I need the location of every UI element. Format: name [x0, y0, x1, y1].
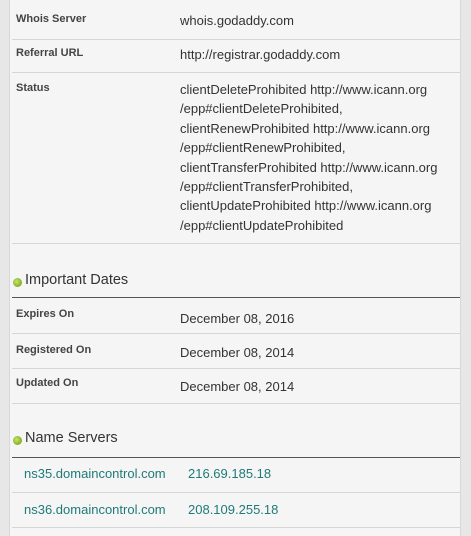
bullet-dot-icon [13, 278, 22, 287]
status-line: clientUpdateProhibited http://www.icann.… [180, 198, 432, 214]
important-dates-heading: Important Dates [12, 272, 460, 292]
name-server-row: ns35.domaincontrol.com 216.69.185.18 [12, 458, 460, 493]
name-server-ip-link[interactable]: 216.69.185.18 [188, 466, 271, 481]
name-server-host-link[interactable]: ns36.domaincontrol.com [24, 502, 166, 517]
status-line: clientTransferProhibited http://www.ican… [180, 159, 438, 175]
updated-on-value: December 08, 2014 [180, 379, 295, 394]
status-line: /epp#clientTransferProhibited, [180, 179, 353, 195]
status-line: /epp#clientUpdateProhibited [180, 217, 344, 233]
referral-url-value: http://registrar.godaddy.com [180, 47, 341, 62]
status-label: Status [16, 82, 50, 94]
referral-url-row: Referral URL http://registrar.godaddy.co… [12, 40, 460, 73]
referral-url-label: Referral URL [16, 47, 84, 59]
status-line: /epp#clientDeleteProhibited, [180, 101, 343, 117]
whois-server-label: Whois Server [16, 13, 87, 25]
status-line: /epp#clientRenewProhibited, [180, 140, 346, 156]
registered-on-value: December 08, 2014 [180, 345, 295, 360]
updated-on-label: Updated On [16, 377, 79, 389]
status-row: Status clientDeleteProhibited http://www… [12, 73, 460, 244]
status-line: clientRenewProhibited http://www.icann.o… [180, 120, 431, 136]
important-dates-title: Important Dates [25, 272, 129, 288]
name-server-ip-link[interactable]: 208.109.255.18 [188, 502, 278, 517]
expires-on-value: December 08, 2016 [180, 311, 295, 326]
expires-on-label: Expires On [16, 308, 75, 320]
name-servers-title: Name Servers [25, 430, 118, 446]
name-server-row: ns36.domaincontrol.com 208.109.255.18 [12, 493, 460, 528]
status-line: clientDeleteProhibited http://www.icann.… [180, 82, 428, 97]
name-server-host-link[interactable]: ns35.domaincontrol.com [24, 466, 166, 481]
status-value: clientDeleteProhibited http://www.icann.… [180, 80, 460, 235]
expires-on-row: Expires On December 08, 2016 [12, 298, 460, 334]
registered-on-label: Registered On [16, 344, 92, 356]
whois-server-row: Whois Server whois.godaddy.com [12, 0, 460, 40]
name-servers-heading: Name Servers [12, 430, 460, 450]
whois-server-value: whois.godaddy.com [180, 13, 294, 28]
registered-on-row: Registered On December 08, 2014 [12, 334, 460, 369]
updated-on-row: Updated On December 08, 2014 [12, 369, 460, 404]
bullet-dot-icon [13, 436, 22, 445]
